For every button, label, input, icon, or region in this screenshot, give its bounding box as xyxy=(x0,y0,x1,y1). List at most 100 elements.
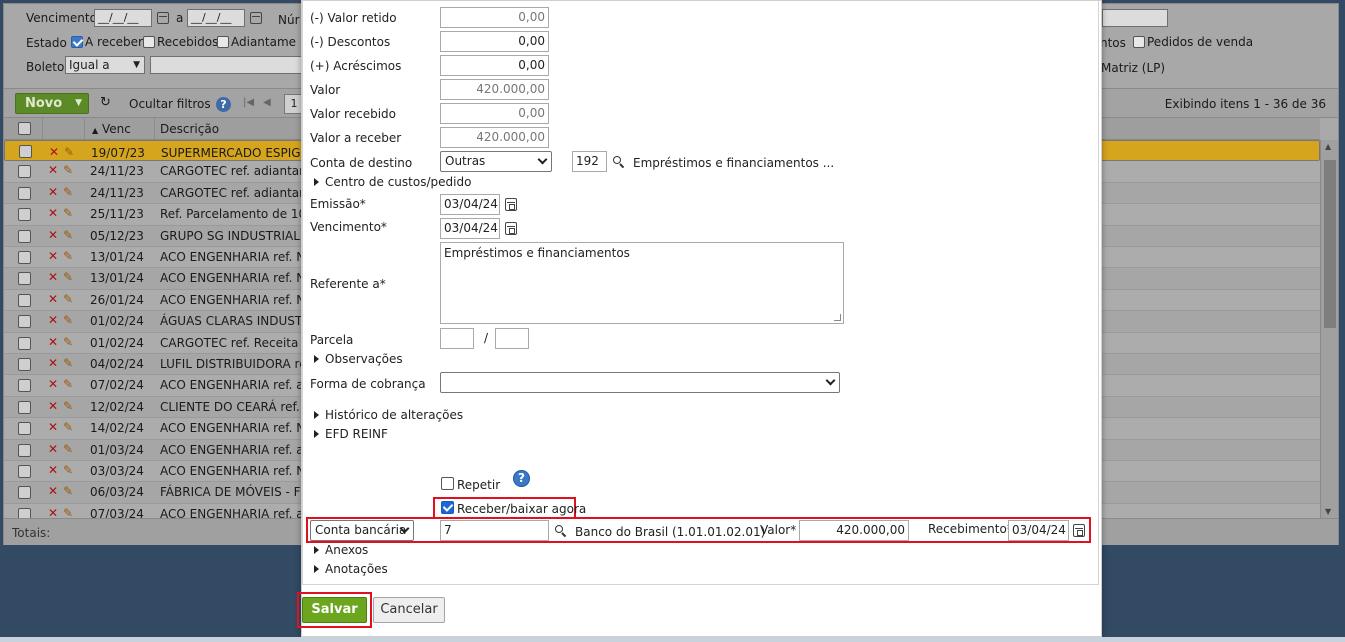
conta-bancaria-code-field[interactable]: 7 xyxy=(440,520,549,541)
referente-textarea[interactable]: Empréstimos e financiamentos xyxy=(440,242,844,324)
calendar-icon[interactable] xyxy=(1073,524,1085,537)
delete-icon[interactable]: ✕ xyxy=(48,249,58,263)
checkbox-checked-icon[interactable] xyxy=(71,36,83,48)
valor-field[interactable]: 420.000,00 xyxy=(440,79,549,100)
delete-icon[interactable]: ✕ xyxy=(48,506,58,518)
row-checkbox[interactable] xyxy=(18,379,31,393)
delete-icon[interactable]: ✕ xyxy=(48,420,58,434)
repetir-checkbox[interactable] xyxy=(441,477,454,490)
first-page-icon[interactable]: |◀ xyxy=(243,97,254,108)
prev-page-icon[interactable]: ◀ xyxy=(263,97,271,108)
delete-icon[interactable]: ✕ xyxy=(48,463,58,477)
valor-retido-field[interactable]: 0,00 xyxy=(440,7,549,28)
edit-pencil-icon[interactable]: ✎ xyxy=(63,228,73,242)
search-icon[interactable] xyxy=(613,156,625,169)
select-all-checkbox[interactable] xyxy=(18,122,31,135)
emissao-field[interactable]: 03/04/24 xyxy=(440,194,500,215)
delete-icon[interactable]: ✕ xyxy=(48,228,58,242)
row-checkbox[interactable] xyxy=(18,272,31,286)
delete-icon[interactable]: ✕ xyxy=(48,442,58,456)
conta-destino-code-field[interactable]: 192 xyxy=(572,151,607,172)
delete-icon[interactable]: ✕ xyxy=(49,143,59,162)
edit-pencil-icon[interactable]: ✎ xyxy=(63,335,73,349)
scrollbar-thumb[interactable] xyxy=(1324,160,1336,328)
valor-a-receber-field[interactable]: 420.000,00 xyxy=(440,127,549,148)
calendar-icon[interactable] xyxy=(250,12,262,24)
conta-bancaria-select[interactable]: Conta bancária xyxy=(310,520,414,541)
edit-pencil-icon[interactable]: ✎ xyxy=(63,249,73,263)
row-checkbox[interactable] xyxy=(18,400,31,414)
edit-pencil-icon[interactable]: ✎ xyxy=(63,206,73,220)
refresh-icon[interactable]: ↻ xyxy=(100,95,111,110)
resize-handle-icon[interactable] xyxy=(834,314,841,321)
edit-pencil-icon[interactable]: ✎ xyxy=(63,442,73,456)
row-checkbox[interactable] xyxy=(18,165,31,179)
scroll-down-icon[interactable]: ▼ xyxy=(1325,507,1331,516)
right-filter-input[interactable] xyxy=(1102,9,1168,27)
anotacoes-toggle[interactable]: Anotações xyxy=(314,562,388,576)
delete-icon[interactable]: ✕ xyxy=(48,185,58,199)
novo-button[interactable]: Novo ▼ xyxy=(15,93,89,114)
vertical-scrollbar[interactable]: ▲ ▼ xyxy=(1320,140,1338,518)
vencimento-to-input[interactable]: __/__/__ xyxy=(187,9,245,27)
valor-recebido-field[interactable]: 0,00 xyxy=(440,103,549,124)
estado-adiantamentos[interactable]: Adiantame xyxy=(217,35,296,49)
checkbox-icon[interactable] xyxy=(143,36,155,48)
venc-column-header[interactable]: ▲ Venc xyxy=(92,122,131,136)
edit-pencil-icon[interactable]: ✎ xyxy=(63,313,73,327)
parcela-total-field[interactable] xyxy=(495,328,529,349)
boleto-select[interactable]: Igual a ▼ xyxy=(65,56,145,74)
observacoes-toggle[interactable]: Observações xyxy=(314,352,403,366)
efd-reinf-toggle[interactable]: EFD REINF xyxy=(314,427,388,441)
edit-pencil-icon[interactable]: ✎ xyxy=(63,185,73,199)
calendar-icon[interactable] xyxy=(505,198,517,211)
estado-pedidos-venda[interactable]: Pedidos de venda xyxy=(1133,35,1253,49)
centro-custos-toggle[interactable]: Centro de custos/pedido xyxy=(314,175,471,189)
descontos-field[interactable]: 0,00 xyxy=(440,31,549,52)
save-button[interactable]: Salvar xyxy=(302,597,367,623)
calendar-icon[interactable] xyxy=(505,222,517,235)
edit-pencil-icon[interactable]: ✎ xyxy=(63,399,73,413)
edit-pencil-icon[interactable]: ✎ xyxy=(63,292,73,306)
delete-icon[interactable]: ✕ xyxy=(48,270,58,284)
edit-pencil-icon[interactable]: ✎ xyxy=(63,463,73,477)
edit-pencil-icon[interactable]: ✎ xyxy=(63,270,73,284)
estado-recebidos[interactable]: Recebidos xyxy=(143,35,218,49)
delete-icon[interactable]: ✕ xyxy=(48,356,58,370)
edit-pencil-icon[interactable]: ✎ xyxy=(63,420,73,434)
row-checkbox[interactable] xyxy=(18,229,31,243)
valor-pagamento-field[interactable]: 420.000,00 xyxy=(799,520,909,541)
delete-icon[interactable]: ✕ xyxy=(48,163,58,177)
receber-baixar-agora-checkbox[interactable] xyxy=(441,501,454,514)
ocultar-filtros-button[interactable]: Ocultar filtros xyxy=(129,97,211,111)
delete-icon[interactable]: ✕ xyxy=(48,313,58,327)
delete-icon[interactable]: ✕ xyxy=(48,292,58,306)
row-checkbox[interactable] xyxy=(18,507,31,518)
row-checkbox[interactable] xyxy=(18,358,31,371)
edit-pencil-icon[interactable]: ✎ xyxy=(63,377,73,391)
parcela-number-field[interactable] xyxy=(440,328,474,349)
acrescimos-field[interactable]: 0,00 xyxy=(440,55,549,76)
row-checkbox[interactable] xyxy=(18,443,31,457)
delete-icon[interactable]: ✕ xyxy=(48,399,58,413)
delete-icon[interactable]: ✕ xyxy=(48,484,58,498)
row-checkbox[interactable] xyxy=(18,251,31,264)
checkbox-icon[interactable] xyxy=(1133,36,1145,48)
delete-icon[interactable]: ✕ xyxy=(48,335,58,349)
forma-cobranca-select[interactable] xyxy=(440,372,840,393)
edit-pencil-icon[interactable]: ✎ xyxy=(63,506,73,518)
estado-a-receber[interactable]: A receber xyxy=(71,35,143,49)
row-checkbox[interactable] xyxy=(18,208,31,222)
vencimento-field[interactable]: 03/04/24 xyxy=(440,218,500,239)
dropdown-arrow-icon[interactable]: ▼ xyxy=(75,94,82,113)
checkbox-icon[interactable] xyxy=(217,36,229,48)
cancel-button[interactable]: Cancelar xyxy=(373,597,445,623)
row-checkbox[interactable] xyxy=(18,422,31,436)
edit-pencil-icon[interactable]: ✎ xyxy=(63,163,73,177)
row-checkbox[interactable] xyxy=(18,293,31,307)
edit-pencil-icon[interactable]: ✎ xyxy=(63,356,73,370)
scroll-up-icon[interactable]: ▲ xyxy=(1325,142,1331,151)
row-checkbox[interactable] xyxy=(18,465,31,478)
row-checkbox[interactable] xyxy=(19,145,32,158)
descricao-column-header[interactable]: Descrição xyxy=(160,122,219,136)
